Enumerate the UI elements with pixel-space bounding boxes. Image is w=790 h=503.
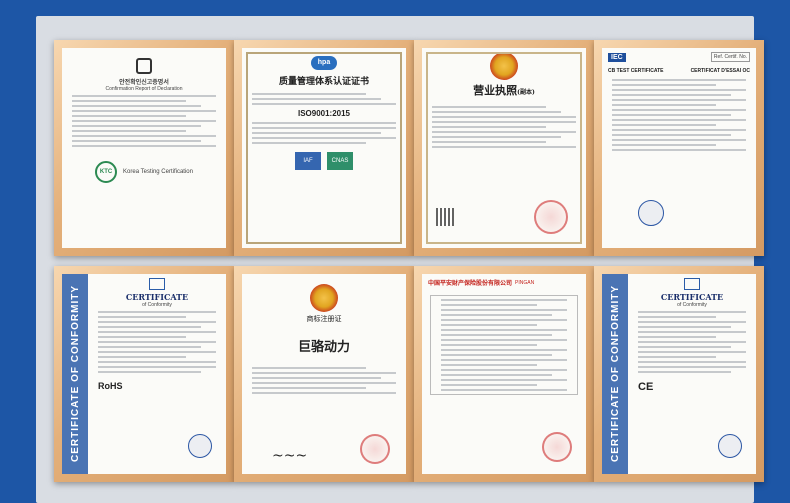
- cb-certificate-frame: IEC Ref. Certif. No. CB TEST CERTIFICATE…: [594, 40, 764, 256]
- ce2-stamp: [718, 434, 742, 458]
- trademark-certificate-frame: 商标注册证 巨骆动力 ~~~: [234, 266, 414, 482]
- ce-issuer-logo: [149, 278, 165, 290]
- ce-title: CERTIFICATE: [125, 292, 189, 302]
- insurance-title: 中国平安财产保险股份有限公司: [428, 281, 513, 287]
- insurance-certificate: 中国平安财产保险股份有限公司 PINGAN: [422, 274, 586, 474]
- kc-certificate-frame: 안전확인신고증명서 Confirmation Report of Declara…: [54, 40, 234, 256]
- ce-stamp: [188, 434, 212, 458]
- ce2-title: CERTIFICATE: [660, 292, 724, 302]
- business-license-frame: 营业执照(副本): [414, 40, 594, 256]
- iso-standard: ISO9001:2015: [297, 109, 351, 118]
- conformity-band: CERTIFICATE OF CONFORMITY: [62, 274, 88, 474]
- kc-footer: Korea Testing Certification: [123, 169, 193, 175]
- conformity-band-2: CERTIFICATE OF CONFORMITY: [602, 274, 628, 474]
- ce2-certificate: CERTIFICATE OF CONFORMITY CERTIFICATE of…: [602, 274, 756, 474]
- ce2-subtitle: of Conformity: [677, 302, 707, 308]
- iso-certificate: hpa 质量管理体系认证证书 ISO9001:2015 IAF CNAS: [242, 48, 406, 248]
- kc-title: 안전확인신고증명서: [119, 80, 169, 86]
- insurance-title-en: PINGAN: [515, 279, 535, 286]
- trademark-emblem: [310, 284, 338, 312]
- license-seal: [534, 200, 568, 234]
- conformity-band-text: CERTIFICATE OF CONFORMITY: [69, 285, 81, 463]
- ce-certificate-frame: CERTIFICATE OF CONFORMITY CERTIFICATE of…: [54, 266, 234, 482]
- trademark-signature: ~~~: [272, 448, 308, 464]
- conformity-band-2-text: CERTIFICATE OF CONFORMITY: [609, 285, 621, 463]
- trademark-title: 商标注册证: [306, 316, 342, 323]
- license-title: 营业执照(副本): [422, 82, 586, 98]
- cb-title-fr: CERTIFICAT D'ESSAI OC: [690, 68, 750, 74]
- cb-stamp: [638, 200, 664, 226]
- ce2-certificate-frame: CERTIFICATE OF CONFORMITY CERTIFICATE of…: [594, 266, 764, 482]
- kc-logo: [136, 58, 152, 74]
- business-license: 营业执照(副本): [422, 48, 586, 248]
- iec-logo-text: IEC: [611, 53, 623, 61]
- insurance-seal: [542, 432, 572, 462]
- trademark-certificate: 商标注册证 巨骆动力 ~~~: [242, 274, 406, 474]
- certificate-gallery: 안전확인신고증명서 Confirmation Report of Declara…: [36, 16, 764, 503]
- ce-mark: CE: [638, 381, 654, 393]
- ktc-logo: KTC: [95, 161, 118, 183]
- license-title-text: 营业执照: [473, 84, 518, 97]
- qr-code: [436, 208, 454, 226]
- iaf-badge-text: IAF: [303, 158, 313, 164]
- insurance-table: [430, 295, 578, 395]
- iec-logo: IEC: [608, 52, 626, 62]
- license-subtitle: (副本): [517, 89, 535, 96]
- ce2-issuer-logo: [684, 278, 700, 290]
- rohs-mark: RoHS: [98, 381, 123, 391]
- kc-certificate: 안전확인신고증명서 Confirmation Report of Declara…: [62, 48, 226, 248]
- ce-certificate: CERTIFICATE OF CONFORMITY CERTIFICATE of…: [62, 274, 226, 474]
- iaf-badge: IAF: [295, 152, 321, 170]
- cb-certificate: IEC Ref. Certif. No. CB TEST CERTIFICATE…: [602, 48, 756, 248]
- iso-title: 质量管理体系认证证书: [278, 76, 369, 86]
- ce-subtitle: of Conformity: [142, 302, 172, 308]
- trademark-brand-name: 巨骆动力: [297, 340, 350, 355]
- hpa-logo: hpa: [311, 56, 337, 70]
- cb-ref-label: Ref. Certif. No.: [710, 52, 750, 62]
- cb-title: CB TEST CERTIFICATE: [608, 68, 664, 74]
- kc-subtitle: Confirmation Report of Declaration: [105, 86, 183, 92]
- national-emblem: [490, 52, 518, 80]
- hpa-logo-text: hpa: [317, 59, 331, 66]
- insurance-certificate-frame: 中国平安财产保险股份有限公司 PINGAN: [414, 266, 594, 482]
- cnas-badge: CNAS: [327, 152, 353, 170]
- cnas-badge-text: CNAS: [331, 158, 349, 164]
- iso-certificate-frame: hpa 质量管理体系认证证书 ISO9001:2015 IAF CNAS: [234, 40, 414, 256]
- ktc-mark-text: KTC: [99, 169, 113, 175]
- trademark-seal: [360, 434, 390, 464]
